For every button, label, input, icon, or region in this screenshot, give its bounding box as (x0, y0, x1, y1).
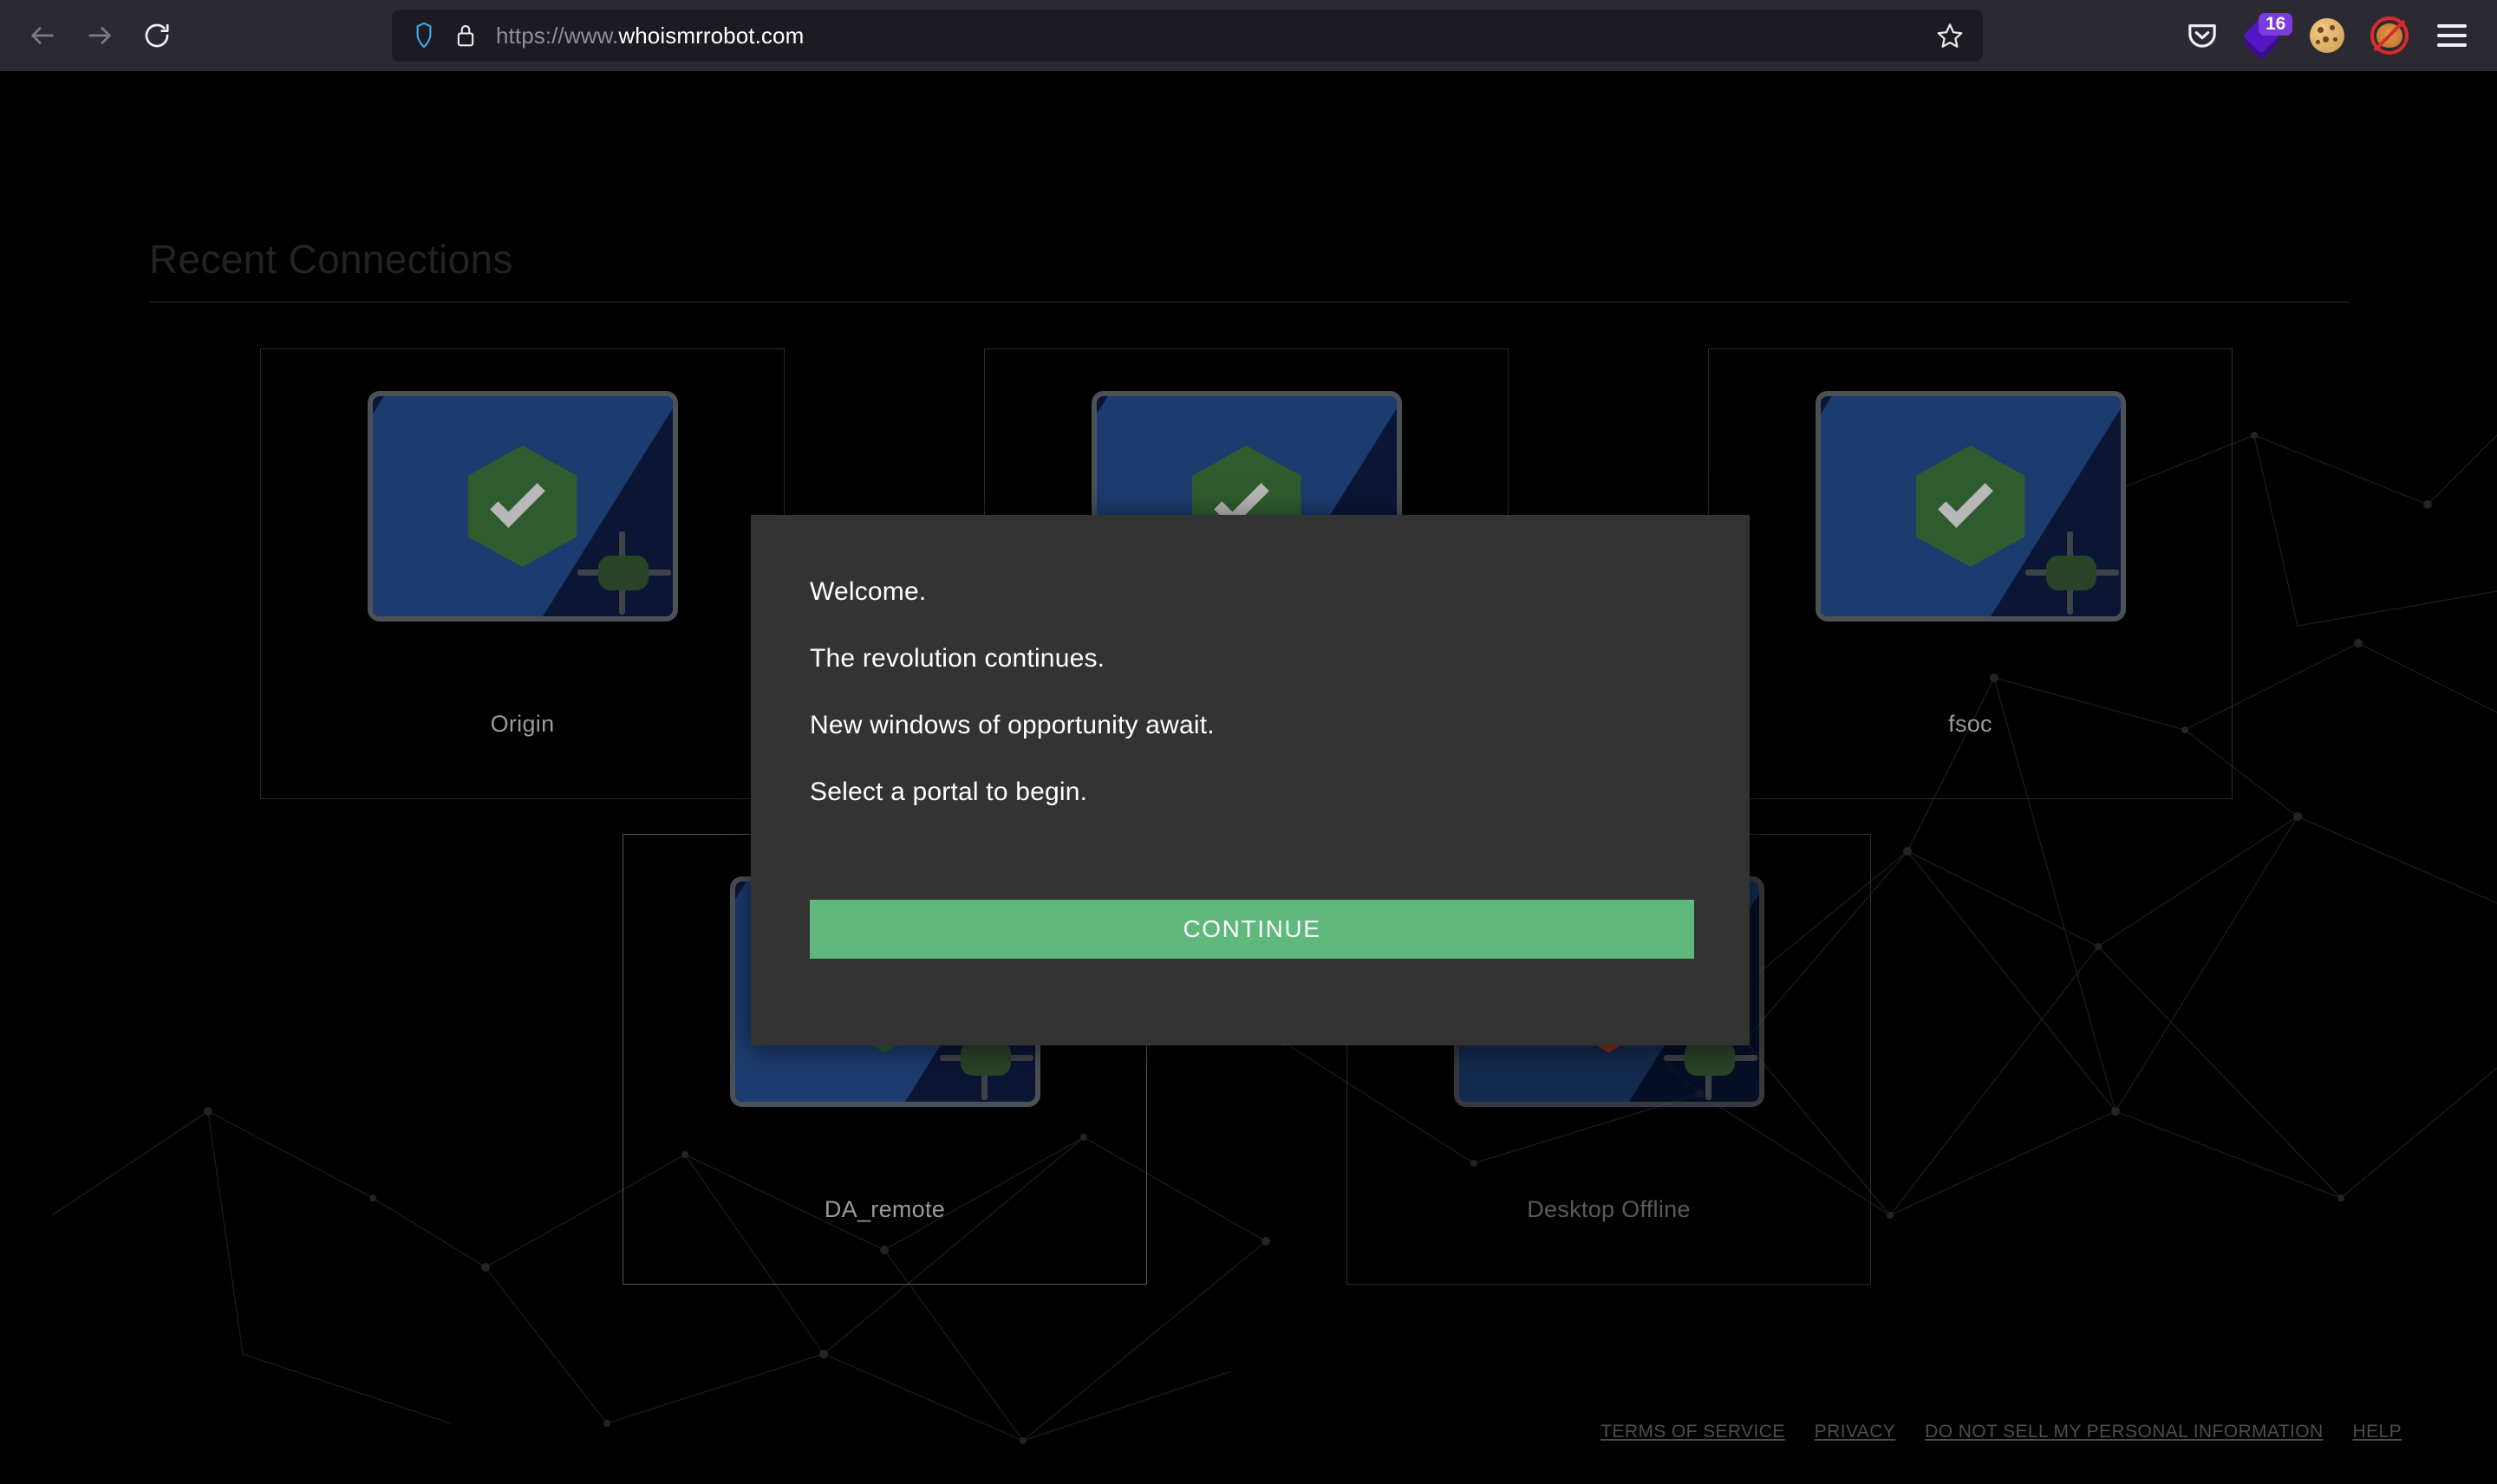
welcome-dialog: Welcome. The revolution continues. New w… (751, 515, 1750, 1045)
lock-icon[interactable] (454, 23, 477, 49)
hamburger-menu-icon (2437, 24, 2467, 47)
cookie-button[interactable] (2299, 8, 2355, 63)
tab-count-button[interactable]: 16 (2237, 8, 2293, 63)
block-fox-button[interactable] (2362, 8, 2417, 63)
star-icon[interactable] (1936, 22, 1964, 49)
url-scheme: https://www. (496, 22, 619, 49)
dialog-line-4: Select a portal to begin. (810, 778, 1088, 806)
toolbar-actions: 16 (2174, 0, 2480, 71)
reload-button[interactable] (130, 9, 184, 62)
navigation-buttons (16, 9, 184, 62)
app-menu-button[interactable] (2424, 8, 2480, 63)
arrow-left-icon (31, 27, 54, 44)
layers-icon: 16 (2242, 13, 2293, 62)
pocket-button[interactable] (2174, 8, 2230, 63)
address-bar[interactable]: https://www.whoismrrobot.com (392, 10, 1983, 62)
continue-button[interactable]: CONTINUE (810, 900, 1694, 959)
tab-count-badge: 16 (2259, 13, 2293, 36)
cookie-icon (2310, 18, 2344, 53)
page-content: Recent Connections Origin fsoc DA_remote… (0, 71, 2497, 1484)
url-text: https://www.whoismrrobot.com (496, 23, 1936, 49)
url-domain: whoismrrobot.com (618, 22, 805, 49)
dialog-line-1: Welcome. (810, 577, 927, 606)
forward-button[interactable] (73, 9, 127, 62)
modal-overlay: Welcome. The revolution continues. New w… (0, 71, 2497, 1484)
page-viewport: Recent Connections Origin fsoc DA_remote… (0, 71, 2497, 1484)
dialog-line-2: The revolution continues. (810, 644, 1105, 673)
shield-icon[interactable] (411, 22, 437, 49)
arrow-right-icon (88, 27, 111, 44)
browser-toolbar: https://www.whoismrrobot.com 16 (0, 0, 2497, 71)
dialog-line-3: New windows of opportunity await. (810, 711, 1215, 739)
address-bar-container: https://www.whoismrrobot.com (392, 10, 1983, 62)
reload-icon (145, 23, 169, 48)
back-button[interactable] (16, 9, 69, 62)
pocket-icon (2188, 24, 2216, 48)
no-fox-icon (2370, 16, 2409, 55)
